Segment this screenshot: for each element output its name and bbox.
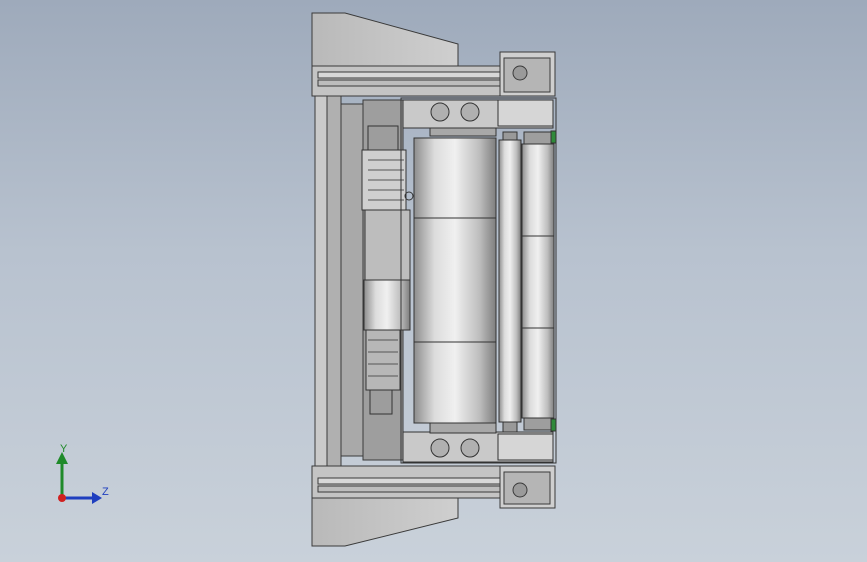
top-mount-plate xyxy=(311,12,556,97)
cad-model[interactable] xyxy=(0,0,867,562)
z-axis-label: Z xyxy=(102,486,109,498)
coordinate-triad: Y Z xyxy=(44,438,124,508)
3d-viewport[interactable]: Y Z xyxy=(0,0,867,562)
bottom-mount-plate xyxy=(311,465,556,547)
drive-motor xyxy=(361,125,414,415)
idler-roller xyxy=(498,131,522,433)
outer-roller xyxy=(521,130,557,432)
main-drum-roller xyxy=(413,127,497,434)
axis-arrows xyxy=(56,452,102,504)
y-axis-label: Y xyxy=(60,443,68,455)
